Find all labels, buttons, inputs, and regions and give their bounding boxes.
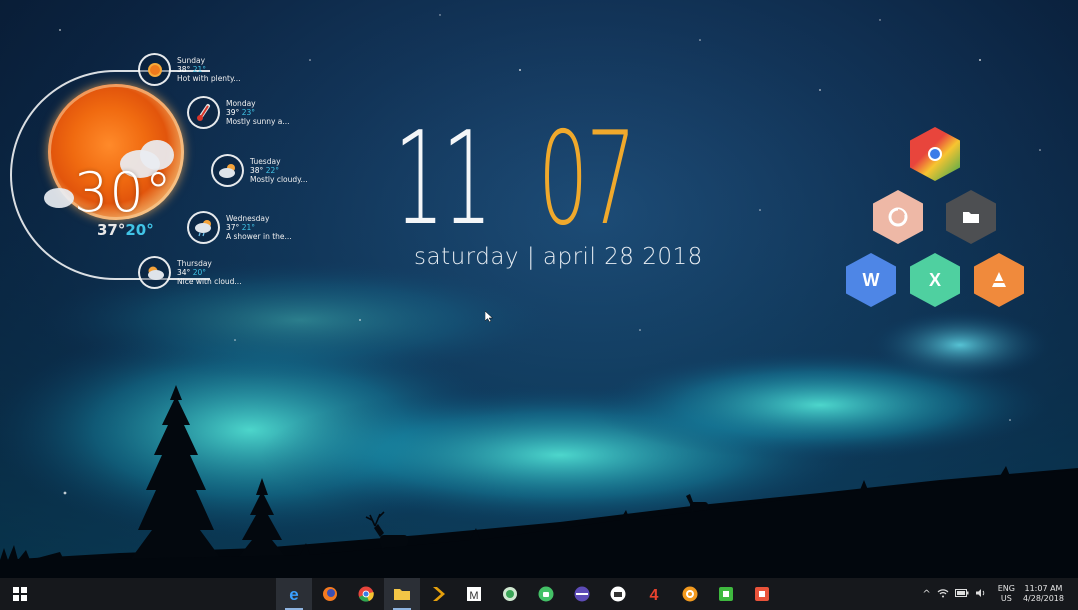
- taskbar-android-studio[interactable]: [528, 578, 564, 610]
- forecast-item[interactable]: Wednesday 37° 21° A shower in the...: [187, 211, 292, 244]
- taskbar-firefox[interactable]: [312, 578, 348, 610]
- chevron-up-icon[interactable]: ^: [922, 589, 930, 600]
- svg-text:e: e: [289, 585, 298, 603]
- taskbar-photo-app[interactable]: [672, 578, 708, 610]
- cloud-shape: [44, 188, 74, 208]
- taskbar-apps: e M 4: [276, 578, 780, 610]
- camtasia-icon: [719, 587, 733, 601]
- firefox-icon: [323, 587, 337, 601]
- forecast-summary: Mostly cloudy...: [250, 175, 308, 184]
- four-app-icon: 4: [650, 587, 659, 603]
- sun-icon: [138, 53, 171, 86]
- forecast-item[interactable]: Monday 39° 23° Mostly sunny a...: [187, 96, 290, 129]
- forecast-day: Sunday: [177, 56, 206, 65]
- taskbar-android[interactable]: [492, 578, 528, 610]
- forecast-summary: Mostly sunny a...: [226, 117, 290, 126]
- clock-minute: 07: [538, 105, 637, 254]
- edge-icon: e: [289, 585, 298, 603]
- taskbar-plex[interactable]: [420, 578, 456, 610]
- current-low: 20°: [125, 221, 154, 239]
- language-code: ENG: [997, 584, 1015, 593]
- taskbar-file-explorer[interactable]: [384, 578, 420, 610]
- android-icon: [503, 587, 517, 601]
- clock-hour: 11: [394, 105, 493, 254]
- battery-icon[interactable]: [954, 588, 969, 600]
- taskbar-chrome[interactable]: [348, 578, 384, 610]
- taskbar-camtasia[interactable]: [708, 578, 744, 610]
- cloudy-icon: [211, 154, 244, 187]
- vpn-icon: [574, 586, 590, 602]
- forecast-high: 34°: [177, 268, 191, 277]
- taskbar-edge[interactable]: e: [276, 578, 312, 610]
- forecast-day: Thursday: [177, 259, 212, 268]
- current-high: 37°: [97, 221, 126, 239]
- forecast-low: 21°: [241, 223, 255, 232]
- taskbar-date: 4/28/2018: [1022, 594, 1064, 603]
- forecast-item[interactable]: Sunday 38° 21° Hot with plenty...: [138, 53, 241, 86]
- forecast-low: 22°: [265, 166, 279, 175]
- current-temperature: 30°: [74, 161, 173, 224]
- forecast-low: 23°: [241, 108, 255, 117]
- forecast-summary: Nice with cloud...: [177, 277, 242, 286]
- language-indicator[interactable]: ENG US: [998, 584, 1015, 604]
- taskbar-mediamonkey[interactable]: M: [456, 578, 492, 610]
- taskbar-screen-recorder[interactable]: [744, 578, 780, 610]
- photo-app-icon: [682, 586, 698, 602]
- svg-text:4: 4: [650, 587, 659, 603]
- taskbar: e M 4 ^ ENG US 11:07 AM 4/28/2018: [0, 578, 1078, 610]
- folder-icon: [394, 589, 410, 600]
- clock-date: saturday | april 28 2018: [414, 244, 703, 270]
- thermometer-icon: [187, 96, 220, 129]
- forecast-item[interactable]: Tuesday 38° 22° Mostly cloudy...: [211, 154, 308, 187]
- taskbar-clock[interactable]: 11:07 AM 4/28/2018: [1023, 584, 1064, 604]
- forecast-summary: Hot with plenty...: [177, 74, 241, 83]
- taskbar-app-4[interactable]: 4: [636, 578, 672, 610]
- taskbar-time: 11:07 AM: [1024, 584, 1063, 593]
- start-windows-icon[interactable]: [12, 586, 28, 602]
- taskbar-printer[interactable]: [600, 578, 636, 610]
- forecast-high: 38°: [250, 166, 264, 175]
- mediamonkey-icon: M: [467, 587, 481, 602]
- taskbar-vpn[interactable]: [564, 578, 600, 610]
- forecast-day: Wednesday: [226, 214, 270, 223]
- vlc-icon: [992, 272, 1006, 287]
- volume-icon[interactable]: [975, 588, 987, 601]
- svg-text:M: M: [469, 590, 478, 602]
- desktop: 30° 37°20° Sunday 38° 21° Hot with plent…: [0, 0, 1078, 578]
- android-studio-icon: [538, 586, 554, 602]
- printer-icon: [610, 586, 626, 602]
- forecast-low: 20°: [192, 268, 206, 277]
- chrome-icon: [358, 586, 374, 602]
- forecast-day: Tuesday: [250, 157, 281, 166]
- forecast-day: Monday: [226, 99, 256, 108]
- system-tray: ^ ENG US 11:07 AM 4/28/2018: [919, 578, 1078, 610]
- plex-icon: [433, 587, 445, 601]
- mouse-cursor-icon: [485, 311, 493, 322]
- wifi-icon[interactable]: [937, 588, 949, 601]
- current-high-low: 37°20°: [97, 221, 154, 239]
- forecast-high: 37°: [226, 223, 240, 232]
- forecast-low: 21°: [192, 65, 206, 74]
- forecast-high: 39°: [226, 108, 240, 117]
- folder-icon: [963, 212, 979, 223]
- forecast-summary: A shower in the...: [226, 232, 292, 241]
- forecast-item[interactable]: Thursday 34° 20° Nice with cloud...: [138, 256, 242, 289]
- screen-recorder-icon: [755, 587, 769, 601]
- partly-cloudy-icon: [138, 256, 171, 289]
- firefox-icon: [888, 207, 908, 227]
- shower-icon: [187, 211, 220, 244]
- forecast-high: 38°: [177, 65, 191, 74]
- chrome-icon: [928, 147, 942, 161]
- region-code: US: [1000, 594, 1012, 603]
